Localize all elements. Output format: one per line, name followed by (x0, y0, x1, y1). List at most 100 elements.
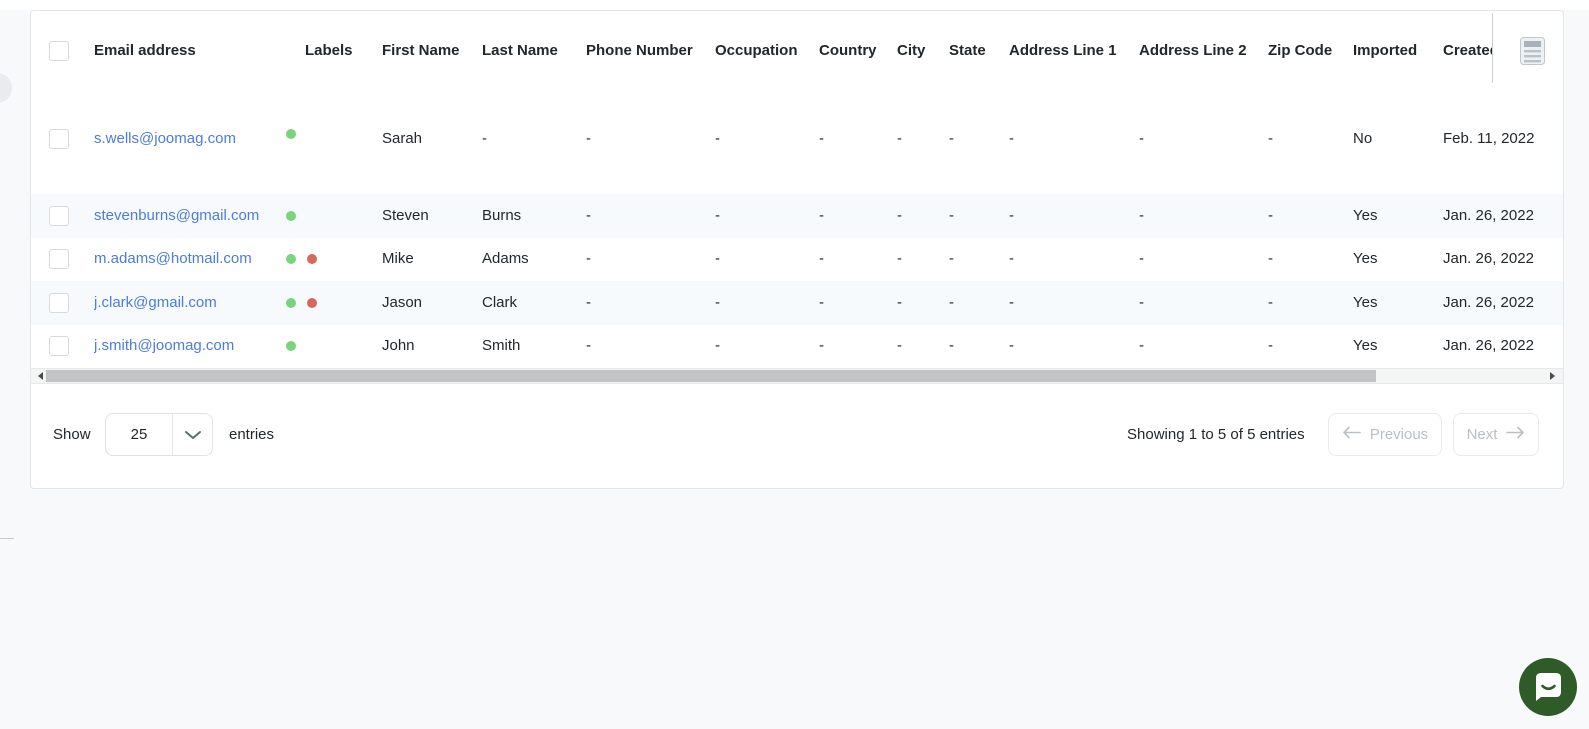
select-all-checkbox[interactable] (49, 41, 69, 61)
chat-launcher-button[interactable] (1519, 658, 1577, 716)
row-checkbox[interactable] (49, 292, 69, 313)
cell-created: Jan. 26, 2022 (1443, 250, 1534, 268)
next-button[interactable]: Next (1453, 413, 1539, 456)
cell-occupation: - (715, 293, 720, 311)
column-header-address-line-1[interactable]: Address Line 1 (1009, 41, 1139, 61)
page-size-value: 25 (130, 426, 148, 443)
arrow-left-icon (1342, 426, 1361, 443)
cell-occupation: - (715, 250, 720, 268)
cell-first-name: Mike (382, 250, 414, 268)
table-row: m.adams@hotmail.com Mike Adams - - - - - - - - Yes J… (31, 237, 1563, 281)
cell-occupation: - (715, 337, 720, 355)
column-settings-button[interactable] (1520, 37, 1545, 65)
cell-country: - (819, 206, 824, 224)
column-header-first-name[interactable]: First Name (382, 41, 482, 61)
cell-created: Jan. 26, 2022 (1443, 293, 1534, 311)
email-link[interactable]: j.clark@gmail.com (94, 293, 217, 313)
cell-phone-number: - (586, 130, 591, 147)
column-header-created[interactable]: Created (1443, 41, 1492, 61)
row-checkbox[interactable] (49, 336, 69, 357)
cell-city: - (897, 130, 902, 147)
chat-bubble-smile-icon (1519, 658, 1577, 719)
cell-zip-code: - (1268, 293, 1273, 311)
cell-email: j.clark@gmail.com (94, 293, 275, 313)
email-link[interactable]: m.adams@hotmail.com (94, 249, 252, 269)
cell-labels (275, 210, 382, 221)
previous-button[interactable]: Previous (1328, 413, 1442, 456)
cell-country: - (819, 250, 824, 268)
select-all-cell (31, 41, 94, 61)
cell-city: - (897, 337, 902, 355)
green-label-dot (286, 297, 296, 308)
previous-button-label: Previous (1369, 426, 1429, 443)
table-row: j.smith@joomag.com John Smith - - - - - - - - Yes Ja… (31, 324, 1563, 368)
cell-imported: Yes (1353, 250, 1378, 268)
cell-state: - (949, 250, 954, 268)
row-checkbox[interactable] (49, 129, 69, 149)
triangle-left-icon[interactable] (38, 372, 43, 380)
cell-address-line-1: - (1009, 206, 1014, 224)
cell-labels (275, 254, 382, 265)
email-link[interactable]: stevenburns@gmail.com (94, 206, 259, 226)
row-checkbox[interactable] (49, 249, 69, 270)
email-link[interactable]: j.smith@joomag.com (94, 336, 234, 356)
column-header-address-line-2[interactable]: Address Line 2 (1139, 41, 1268, 61)
table-header-row: Email address Labels First Name Last Nam… (31, 11, 1563, 117)
cell-address-line-1: - (1009, 293, 1014, 311)
document-list-icon (1520, 37, 1545, 68)
page: { "table": { "headers": ["Email address"… (0, 0, 1589, 729)
cell-city: - (897, 293, 902, 311)
cell-address-line-1: - (1009, 250, 1014, 268)
table-row: j.clark@gmail.com Jason Clark - - - - - - - - Yes Ja… (31, 281, 1563, 325)
cell-created: Jan. 26, 2022 (1443, 206, 1534, 224)
cell-occupation: - (715, 130, 720, 147)
cell-address-line-1: - (1009, 130, 1014, 147)
page-size-select[interactable]: 25 (105, 413, 213, 456)
horizontal-scrollbar[interactable] (31, 368, 1563, 384)
green-label-dot (286, 129, 296, 139)
cell-address-line-2: - (1139, 250, 1144, 268)
cell-address-line-2: - (1139, 293, 1144, 311)
cell-first-name: Sarah (382, 130, 423, 147)
row-checkbox-cell (31, 205, 94, 226)
row-checkbox-cell (31, 129, 94, 149)
table-row: s.wells@joomag.com Sarah - - - - - - - - - No Feb. 1… (31, 117, 1563, 194)
column-header-labels[interactable]: Labels (275, 41, 382, 61)
triangle-right-icon[interactable] (1550, 372, 1555, 380)
column-header-phone-number[interactable]: Phone Number (586, 41, 715, 61)
header-divider (1492, 13, 1493, 83)
cell-labels (275, 129, 382, 139)
cell-created: Jan. 26, 2022 (1443, 337, 1534, 355)
cell-state: - (949, 337, 954, 355)
cell-address-line-2: - (1139, 130, 1144, 147)
cell-country: - (819, 293, 824, 311)
cell-first-name: Jason (382, 293, 423, 311)
cell-last-name: Clark (482, 293, 518, 311)
column-header-email[interactable]: Email address (94, 41, 275, 61)
column-header-occupation[interactable]: Occupation (715, 41, 819, 61)
edge-decoration-circle (0, 73, 12, 103)
scrollbar-thumb[interactable] (46, 370, 1376, 382)
column-header-last-name[interactable]: Last Name (482, 41, 586, 61)
cell-imported: Yes (1353, 293, 1378, 311)
email-link[interactable]: s.wells@joomag.com (94, 129, 236, 149)
table-row: stevenburns@gmail.com Steven Burns - - - - - - - -… (31, 194, 1563, 238)
cell-zip-code: - (1268, 337, 1273, 355)
cell-zip-code: - (1268, 206, 1273, 224)
row-checkbox[interactable] (49, 205, 69, 226)
column-header-city[interactable]: City (897, 41, 949, 61)
column-header-country[interactable]: Country (819, 41, 897, 61)
cell-phone-number: - (586, 206, 591, 224)
edge-decoration-line (0, 538, 14, 539)
cell-imported: Yes (1353, 206, 1378, 224)
cell-country: - (819, 337, 824, 355)
cell-email: stevenburns@gmail.com (94, 206, 275, 226)
cell-zip-code: - (1268, 130, 1273, 147)
column-header-imported[interactable]: Imported (1353, 41, 1443, 61)
cell-created: Feb. 11, 2022 (1443, 130, 1535, 147)
cell-last-name: Adams (482, 250, 529, 268)
cell-phone-number: - (586, 337, 591, 355)
column-header-state[interactable]: State (949, 41, 1009, 61)
cell-address-line-2: - (1139, 206, 1144, 224)
column-header-zip-code[interactable]: Zip Code (1268, 41, 1353, 61)
